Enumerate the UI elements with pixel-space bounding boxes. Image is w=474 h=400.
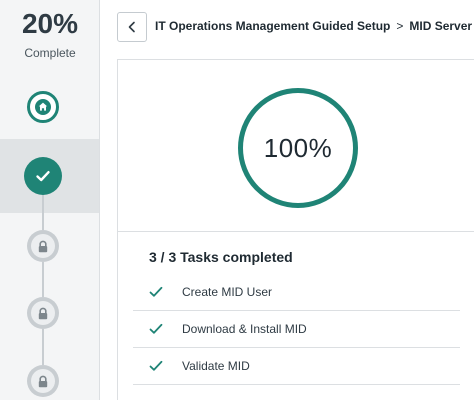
progress-label: Complete: [24, 46, 76, 60]
step-connector: [42, 195, 44, 230]
step-locked-1: [27, 230, 59, 262]
check-icon: [149, 360, 163, 371]
check-icon: [149, 323, 163, 334]
task-label: Download & Install MID: [182, 322, 307, 336]
breadcrumb-separator: >: [396, 19, 404, 33]
task-label: Validate MID: [182, 359, 250, 373]
progress-sidebar: 20% Complete: [0, 0, 100, 400]
completion-percent: 100%: [263, 132, 333, 163]
progress-percent: 20%: [21, 8, 79, 39]
lock-icon: [38, 375, 48, 387]
task-item-validate-mid[interactable]: Validate MID: [133, 348, 460, 385]
completion-ring: 100%: [238, 88, 358, 208]
tasks-completed-title: 3 / 3 Tasks completed: [149, 249, 293, 265]
breadcrumb: IT Operations Management Guided Setup > MI…: [155, 19, 472, 33]
completion-summary: 100%: [118, 60, 474, 232]
step-home[interactable]: [27, 91, 59, 123]
step-detail-card: 100% 3 / 3 Tasks completed Create MID Us…: [117, 59, 474, 400]
step-connector: [42, 262, 44, 297]
home-icon: [35, 99, 51, 115]
step-connector: [42, 329, 44, 365]
chevron-left-icon: [128, 21, 135, 33]
lock-icon: [38, 307, 48, 319]
task-item-create-mid-user[interactable]: Create MID User: [133, 274, 460, 311]
step-locked-2: [27, 297, 59, 329]
lock-icon: [38, 240, 48, 252]
back-button[interactable]: [117, 12, 147, 42]
step-locked-3: [27, 365, 59, 397]
breadcrumb-current: MID Server: [409, 19, 473, 33]
step-mid-server[interactable]: [24, 157, 62, 195]
task-item-download-install-mid[interactable]: Download & Install MID: [133, 311, 460, 348]
task-label: Create MID User: [182, 285, 273, 299]
breadcrumb-parent-link[interactable]: IT Operations Management Guided Setup: [155, 19, 390, 33]
check-icon: [149, 286, 163, 297]
check-icon: [36, 171, 50, 182]
